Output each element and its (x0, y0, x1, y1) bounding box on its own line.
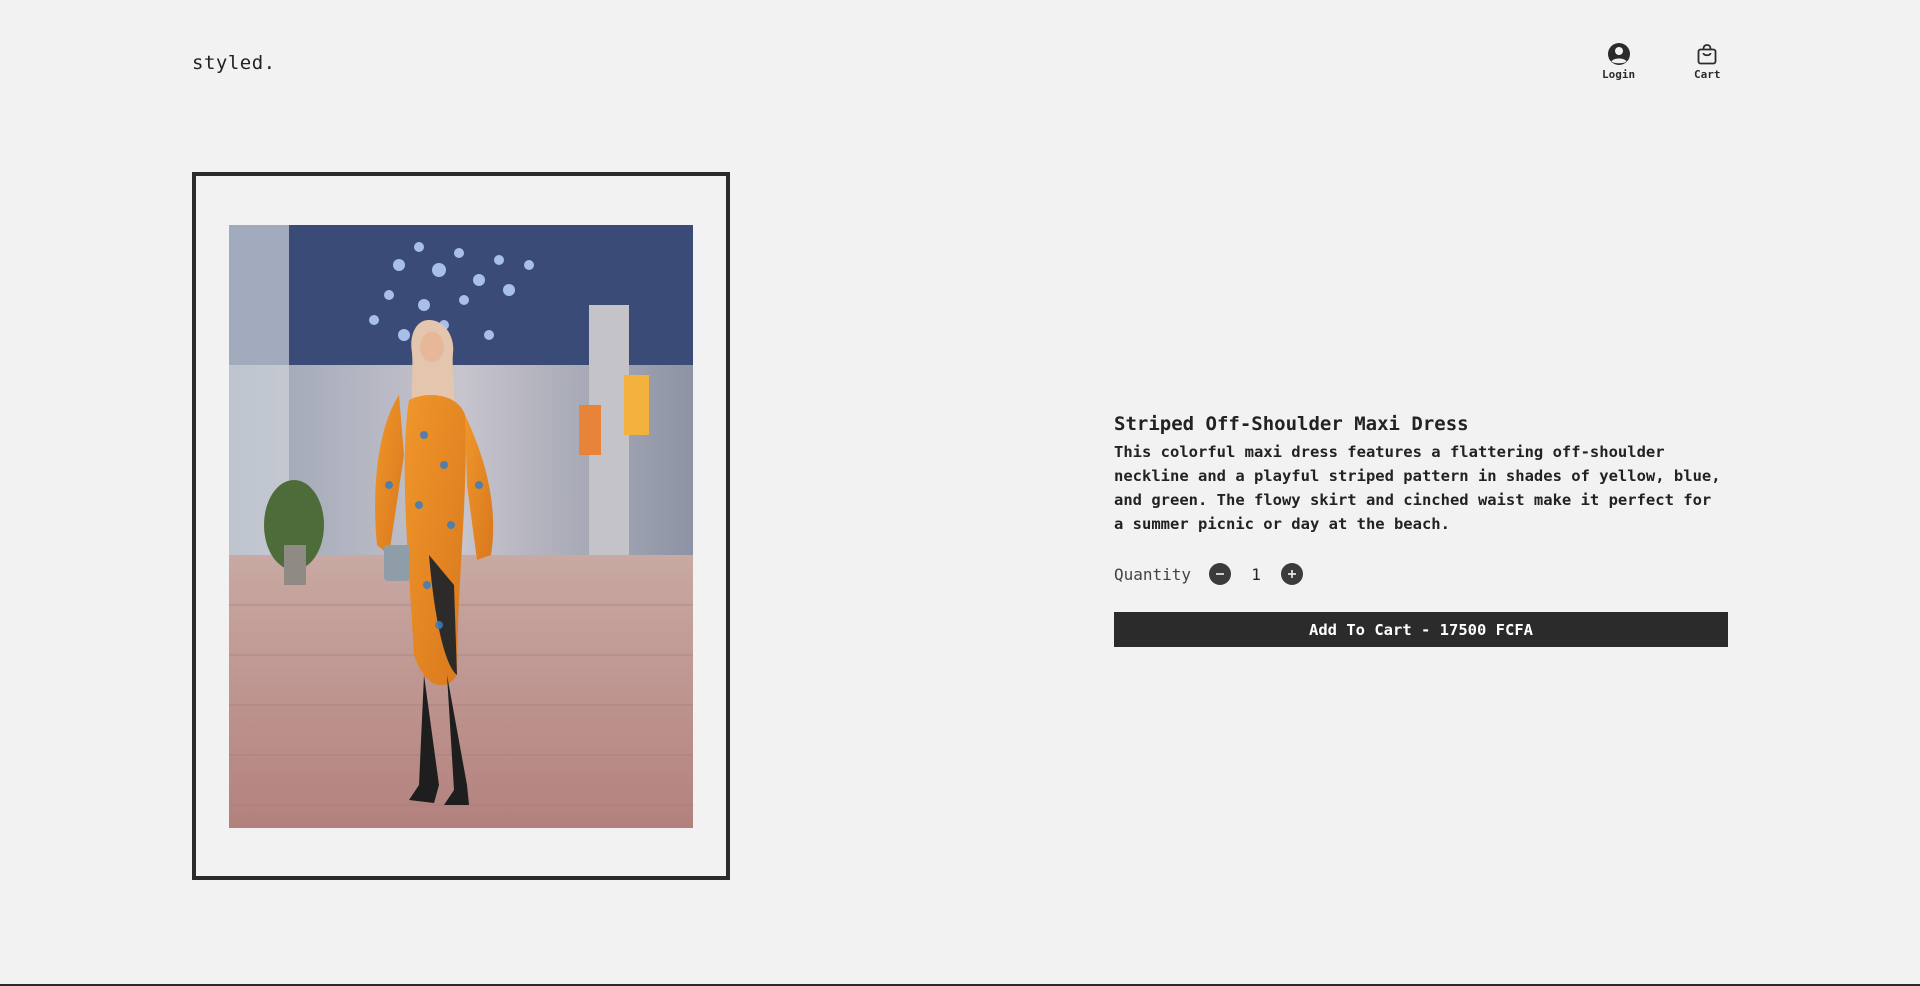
shopping-bag-icon[interactable] (1695, 42, 1719, 66)
product-title: Striped Off-Shoulder Maxi Dress (1114, 413, 1469, 435)
product-image-frame (192, 172, 730, 880)
nav-login-label[interactable]: Login (1602, 68, 1635, 81)
product-details: Striped Off-Shoulder Maxi Dress This col… (1114, 412, 1728, 647)
quantity-value: 1 (1251, 564, 1261, 584)
plus-icon (1288, 570, 1297, 578)
nav-login[interactable]: Login (1602, 42, 1635, 81)
minus-icon (1216, 573, 1225, 575)
product-image (229, 225, 693, 828)
product-description: This colorful maxi dress features a flat… (1114, 443, 1721, 533)
user-circle-icon[interactable] (1607, 42, 1631, 66)
quantity-label: Quantity (1114, 564, 1192, 584)
increase-quantity-button[interactable] (1281, 563, 1304, 585)
site-logo[interactable]: styled. (192, 52, 276, 74)
nav-cart-label[interactable]: Cart (1694, 68, 1721, 81)
add-to-cart-button[interactable]: Add To Cart - 17500 FCFA (1114, 612, 1728, 647)
quantity-row: Quantity 1 (1114, 562, 1728, 586)
decrease-quantity-button[interactable] (1209, 563, 1232, 585)
nav-cart[interactable]: Cart (1694, 42, 1721, 81)
